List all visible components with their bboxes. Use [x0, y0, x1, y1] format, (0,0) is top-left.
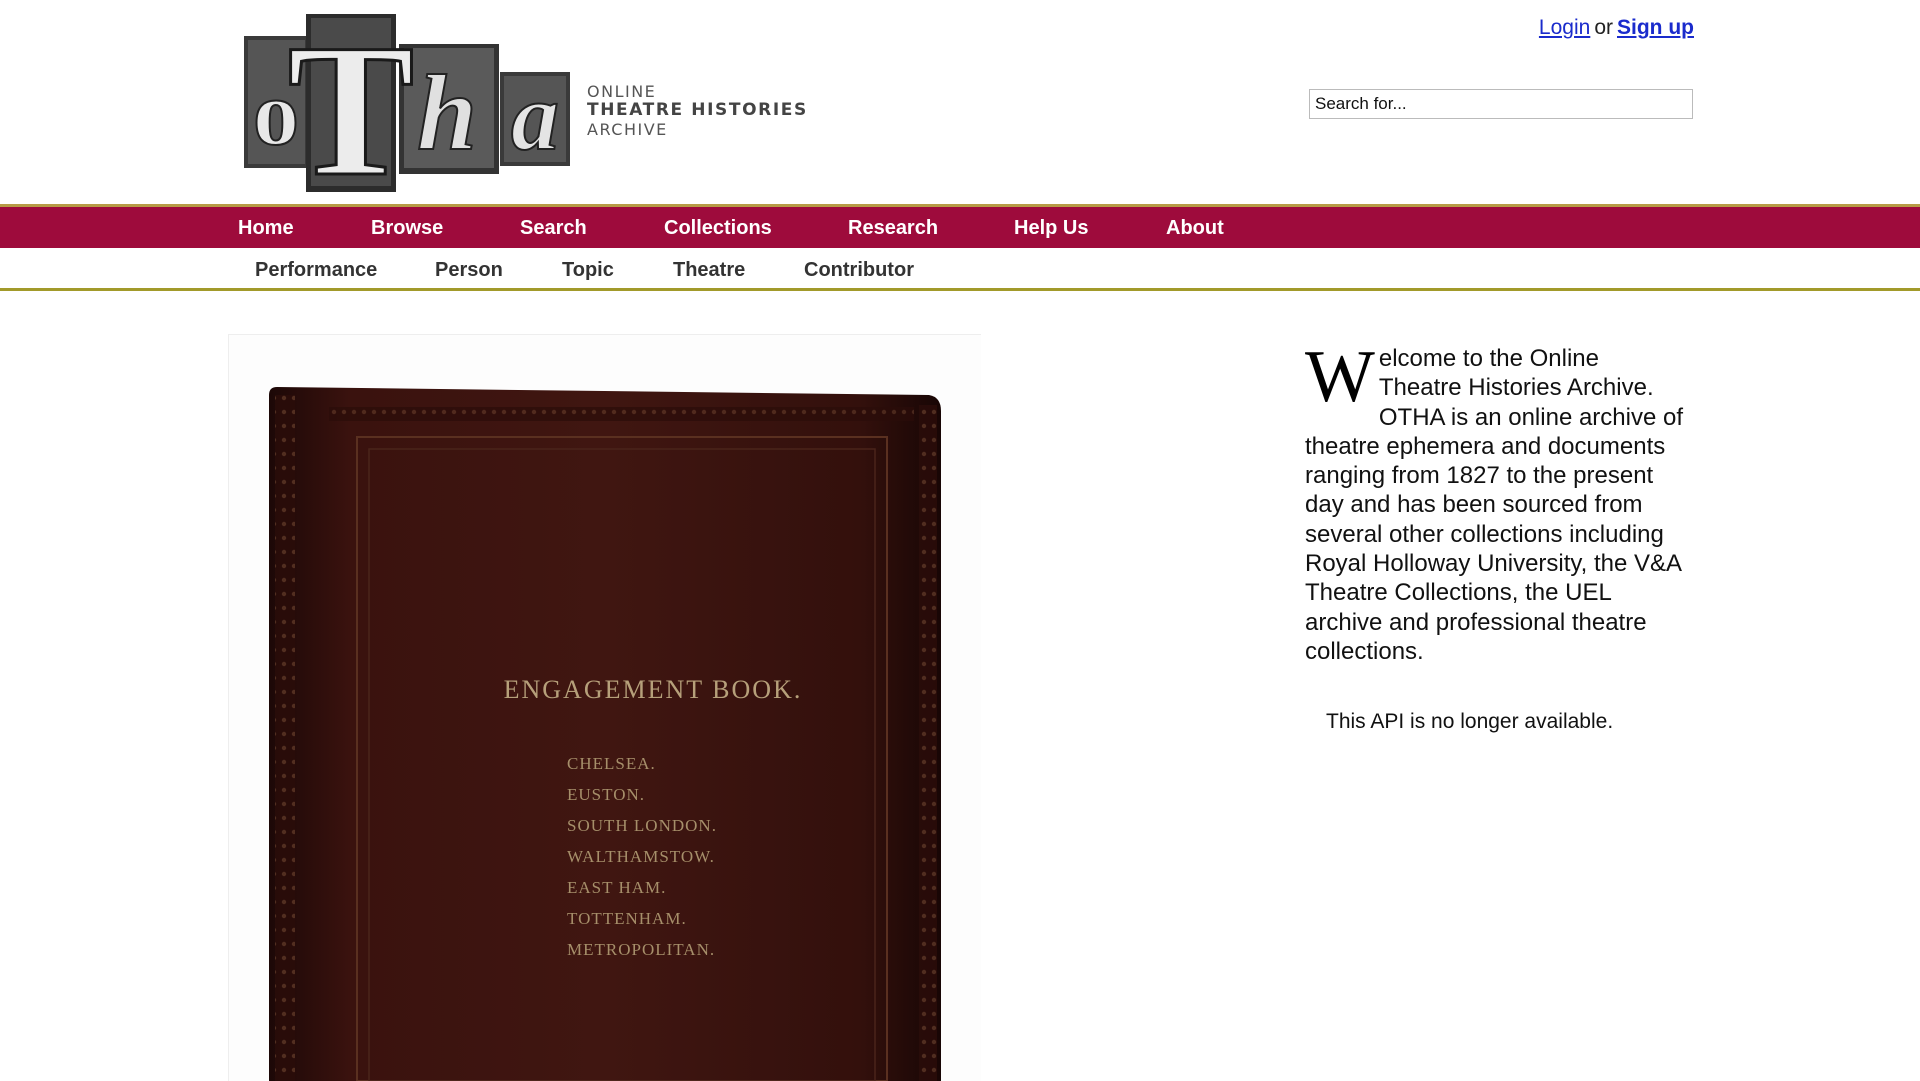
engagement-book-image: ENGAGEMENT BOOK. CHELSEA. EUSTON. SOUTH … — [269, 387, 941, 1081]
nav-research[interactable]: Research — [848, 217, 938, 240]
otha-logo-icon: o T h a — [244, 14, 570, 194]
auth-or-text: or — [1594, 16, 1613, 39]
book-cover-line: WALTHAMSTOW. — [567, 847, 715, 866]
logo-line-1: ONLINE — [587, 82, 657, 101]
subnav-contributor[interactable]: Contributor — [804, 259, 914, 282]
logo-letter: h — [417, 54, 477, 173]
welcome-dropcap: W — [1305, 336, 1375, 418]
subnav-topic[interactable]: Topic — [562, 259, 614, 282]
subnav-theatre[interactable]: Theatre — [673, 259, 745, 282]
hero-image-frame: ENGAGEMENT BOOK. CHELSEA. EUSTON. SOUTH … — [228, 334, 981, 1081]
logo-letter: a — [511, 63, 559, 170]
book-cover-line: EAST HAM. — [567, 878, 666, 897]
book-cover-line: CHELSEA. — [567, 754, 656, 773]
search-input[interactable] — [1309, 89, 1693, 119]
nav-search[interactable]: Search — [520, 217, 587, 240]
logo-line-2: THEATRE HISTORIES — [587, 100, 808, 120]
logo-letter: T — [288, 14, 415, 194]
book-title-text: ENGAGEMENT BOOK. — [504, 675, 803, 704]
nav-about[interactable]: About — [1166, 217, 1224, 240]
book-cover-line: METROPOLITAN. — [567, 940, 715, 959]
nav-home[interactable]: Home — [238, 217, 294, 240]
site-header: o T h a ONLINE THEATRE HISTORIES ARCHIVE… — [0, 0, 1920, 204]
book-cover-line: SOUTH LONDON. — [567, 816, 717, 835]
nav-collections[interactable]: Collections — [664, 217, 772, 240]
book-cover-line: TOTTENHAM. — [567, 909, 687, 928]
welcome-text: Welcome to the Online Theatre Histories … — [1305, 336, 1685, 666]
subnav-person[interactable]: Person — [435, 259, 503, 282]
nav-help-us[interactable]: Help Us — [1014, 217, 1088, 240]
signup-link[interactable]: Sign up — [1617, 16, 1694, 39]
login-link[interactable]: Login — [1539, 16, 1590, 39]
main-nav: Home Browse Search Collections Research … — [0, 204, 1920, 248]
nav-browse[interactable]: Browse — [371, 217, 443, 240]
logo-line-3: ARCHIVE — [587, 120, 668, 139]
browse-sub-nav: Performance Person Topic Theatre Contrib… — [0, 248, 1920, 291]
api-notice: This API is no longer available. — [1326, 710, 1614, 733]
subnav-performance[interactable]: Performance — [255, 259, 377, 282]
logo-wordmark: ONLINE THEATRE HISTORIES ARCHIVE — [587, 82, 808, 139]
book-cover-line: EUSTON. — [567, 785, 645, 804]
auth-links: Login or Sign up — [1539, 16, 1694, 40]
